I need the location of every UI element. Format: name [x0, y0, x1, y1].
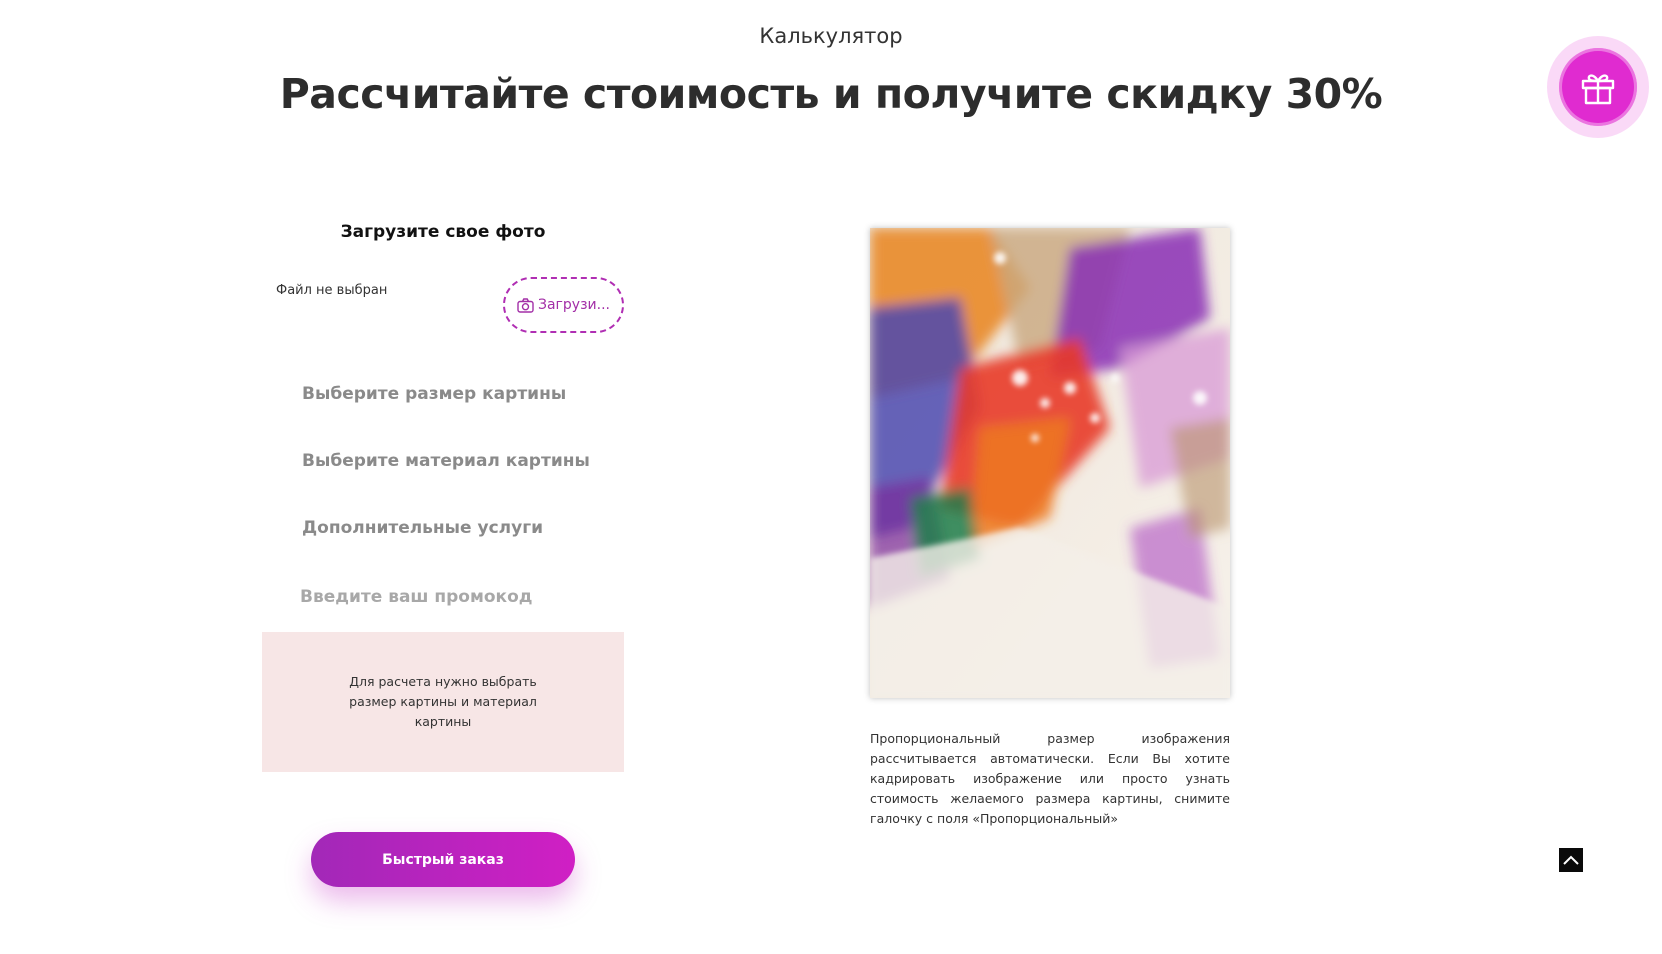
promo-code-input[interactable] [300, 582, 620, 612]
upload-photo-title: Загрузите свое фото [340, 222, 546, 242]
chevron-up-icon [1563, 855, 1579, 865]
painting-preview-image [870, 228, 1230, 698]
extra-services-select[interactable]: Дополнительные услуги [302, 518, 543, 538]
calculation-note-text: Для расчета нужно выбрать размер картины… [349, 674, 537, 729]
scroll-to-top-button[interactable] [1559, 848, 1583, 872]
file-status-text: Файл не выбран [276, 283, 388, 298]
section-label: Калькулятор [759, 24, 903, 48]
quick-order-button[interactable]: Быстрый заказ [311, 832, 575, 887]
gift-button[interactable] [1547, 36, 1649, 138]
preview-caption: Пропорциональный размер изображения расс… [870, 731, 1230, 826]
material-select[interactable]: Выберите материал картины [302, 451, 590, 471]
calculation-note: Для расчета нужно выбрать размер картины… [262, 632, 624, 772]
gift-button-inner [1559, 48, 1637, 126]
size-select[interactable]: Выберите размер картины [302, 384, 566, 404]
gift-icon [1581, 74, 1615, 105]
upload-button-label: Загрузи... [538, 297, 610, 313]
upload-photo-button[interactable]: Загрузи... [503, 277, 624, 333]
camera-icon [517, 297, 534, 313]
page-title: Рассчитайте стоимость и получите скидку … [279, 70, 1383, 118]
